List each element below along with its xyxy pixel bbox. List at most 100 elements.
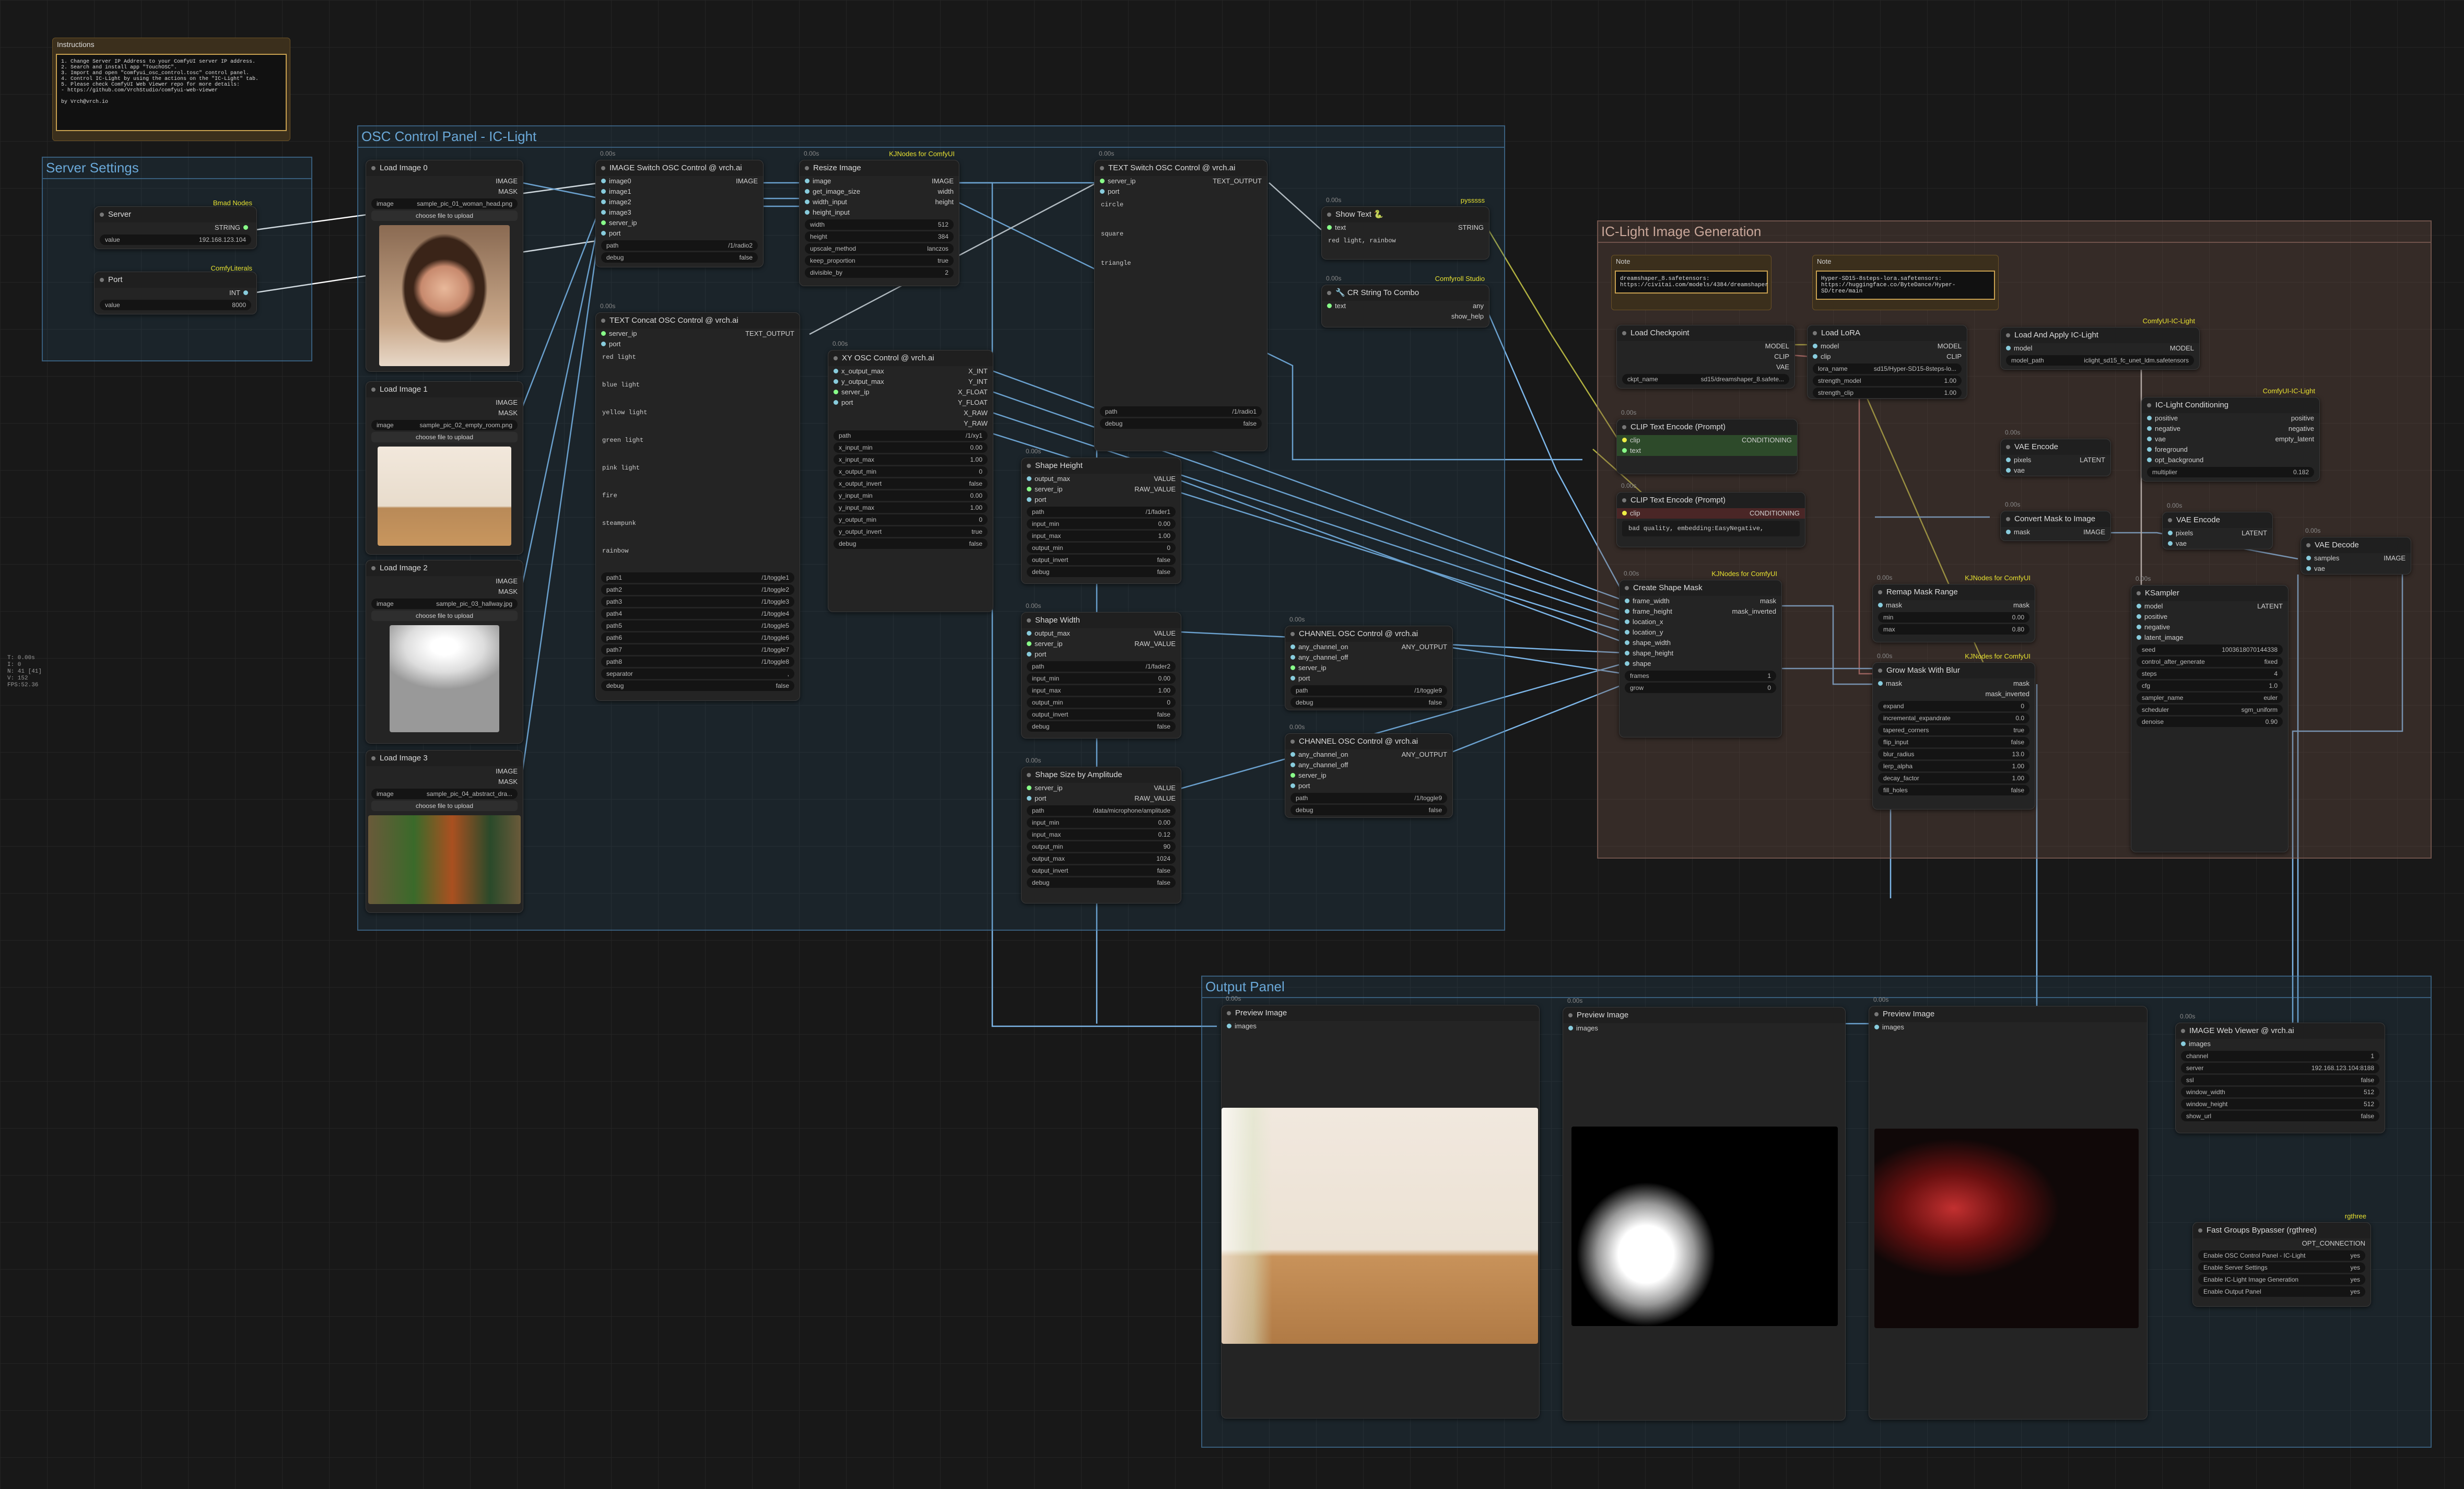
- path-widget[interactable]: path7/1/toggle7: [601, 644, 794, 655]
- path-widget[interactable]: path4/1/toggle4: [601, 608, 794, 619]
- viewer-widget[interactable]: show_url false: [2181, 1111, 2379, 1121]
- grow-widget[interactable]: expand 0: [1878, 701, 2029, 711]
- path-field[interactable]: path/1/radio1: [1100, 406, 1262, 417]
- text-item[interactable]: pink light: [596, 460, 800, 488]
- path-field[interactable]: path/1/toggle9: [1290, 685, 1447, 696]
- grow-widget[interactable]: flip_input false: [1878, 737, 2029, 747]
- grow-widget[interactable]: grow 0: [1625, 683, 1776, 693]
- xy-widget[interactable]: y_output_invert true: [834, 526, 988, 537]
- bypass-toggle[interactable]: Enable Output Panel yes: [2198, 1286, 2365, 1297]
- fader-widget[interactable]: input_max 1.00: [1027, 531, 1176, 541]
- bypass-toggle[interactable]: Enable OSC Control Panel - IC-Light yes: [2198, 1250, 2365, 1261]
- clip-text-encode-negative[interactable]: 0.00s CLIP Text Encode (Prompt) clip COND…: [1616, 482, 1805, 547]
- xy-widget[interactable]: path/1/xy1: [834, 430, 988, 441]
- text-switch-osc-node[interactable]: 0.00s TEXT Switch OSC Control @ vrch.ai …: [1094, 150, 1268, 451]
- xy-widget[interactable]: y_input_min 0.00: [834, 490, 988, 501]
- debug-toggle[interactable]: debug false: [1290, 697, 1447, 708]
- model-path-select[interactable]: model_path iclight_sd15_fc_unet_ldm.safet…: [2006, 355, 2194, 366]
- image-web-viewer-node[interactable]: 0.00s IMAGE Web Viewer @ vrch.ai images …: [2175, 1013, 2385, 1133]
- ckpt-select[interactable]: ckpt_name sd15/dreamshaper_8.safete...: [1622, 374, 1789, 384]
- lora-widget[interactable]: lora_name sd15/Hyper-SD15-8steps-lo...: [1813, 364, 1962, 374]
- note-dreamshaper[interactable]: Note dreamshaper_8.safetensors: https://…: [1611, 255, 1771, 310]
- amp-widget[interactable]: debug false: [1027, 877, 1176, 888]
- group-server-settings[interactable]: Server Settings: [42, 157, 312, 361]
- grow-widget[interactable]: fill_holes false: [1878, 785, 2029, 795]
- note-hyper-sd[interactable]: Note Hyper-SD15-8steps-lora.safetensors:…: [1812, 255, 1999, 310]
- fast-groups-bypasser-node[interactable]: rgthree Fast Groups Bypasser (rgthree) O…: [2192, 1212, 2371, 1307]
- fader-widget[interactable]: output_invert false: [1027, 555, 1176, 565]
- viewer-widget[interactable]: server 192.168.123.104:8188: [2181, 1063, 2379, 1073]
- path-widget[interactable]: path5/1/toggle5: [601, 620, 794, 631]
- keep-proportion-widget[interactable]: keep_proportion true: [805, 255, 954, 266]
- path-widget[interactable]: path1/1/toggle1: [601, 572, 794, 583]
- port-value-field[interactable]: value 8000: [100, 300, 251, 310]
- upscale-method-widget[interactable]: upscale_method lanczos: [805, 243, 954, 254]
- option-circle[interactable]: circle: [1095, 197, 1267, 226]
- scheduler-widget[interactable]: scheduler sgm_uniform: [2137, 705, 2283, 715]
- xy-widget[interactable]: y_output_min 0: [834, 514, 988, 525]
- grow-widget[interactable]: tapered_corners true: [1878, 725, 2029, 735]
- fader-widget[interactable]: output_invert false: [1027, 709, 1176, 720]
- channel-osc-node-1[interactable]: 0.00s CHANNEL OSC Control @ vrch.ai any_…: [1285, 616, 1453, 710]
- xy-widget[interactable]: x_input_min 0.00: [834, 442, 988, 453]
- create-shape-mask-node[interactable]: 0.00s KJNodes for ComfyUI Create Shape M…: [1619, 570, 1782, 737]
- note-text[interactable]: Hyper-SD15-8steps-lora.safetensors: http…: [1816, 271, 1995, 300]
- shape-height-node[interactable]: 0.00s Shape Height output_max VALUE serve…: [1021, 448, 1181, 584]
- shape-size-amplitude-node[interactable]: 0.00s Shape Size by Amplitude server_ip V…: [1021, 757, 1181, 904]
- bypass-toggle[interactable]: Enable IC-Light Image Generation yes: [2198, 1274, 2365, 1285]
- text-item[interactable]: fire: [596, 488, 800, 515]
- amp-widget[interactable]: input_max 0.12: [1027, 829, 1176, 840]
- text-item[interactable]: steampunk: [596, 515, 800, 543]
- cfg-widget[interactable]: cfg 1.0: [2137, 681, 2283, 691]
- shape-width-node[interactable]: 0.00s Shape Width output_max VALUE server…: [1021, 602, 1181, 738]
- fader-widget[interactable]: path/1/fader1: [1027, 507, 1176, 517]
- image-switch-osc-node[interactable]: 0.00s IMAGE Switch OSC Control @ vrch.ai…: [595, 150, 764, 267]
- amp-widget[interactable]: path/data/microphone/amplitude: [1027, 805, 1176, 816]
- text-item[interactable]: yellow light: [596, 405, 800, 432]
- image-select[interactable]: image sample_pic_04_abstract_dra...: [371, 789, 518, 799]
- path-field[interactable]: path/1/toggle9: [1290, 793, 1447, 803]
- fader-widget[interactable]: input_max 1.00: [1027, 685, 1176, 696]
- text-item[interactable]: green light: [596, 432, 800, 460]
- server-value-field[interactable]: value 192.168.123.104: [100, 235, 251, 245]
- xy-osc-node[interactable]: 0.00s XY OSC Control @ vrch.ai x_output_…: [828, 340, 993, 612]
- resize-image-node[interactable]: 0.00s KJNodes for ComfyUI Resize Image i…: [799, 150, 959, 286]
- viewer-widget[interactable]: window_height 512: [2181, 1099, 2379, 1109]
- upload-button[interactable]: choose file to upload: [371, 432, 518, 442]
- seed-widget[interactable]: seed 1003618070144338: [2137, 644, 2283, 655]
- note-text[interactable]: dreamshaper_8.safetensors: https://civit…: [1615, 271, 1768, 294]
- load-image-2[interactable]: Load Image 2 IMAGE MASK image sample_pic_…: [366, 560, 523, 744]
- load-image-1[interactable]: Load Image 1 IMAGE MASK image sample_pic_…: [366, 381, 523, 555]
- image-select[interactable]: image sample_pic_01_woman_head.png: [371, 198, 518, 209]
- preview-image-node-2[interactable]: 0.00s Preview Image images: [1563, 997, 1846, 1421]
- option-square[interactable]: square: [1095, 226, 1267, 255]
- load-checkpoint-node[interactable]: Load Checkpoint MODEL CLIP VAE ckpt_name…: [1616, 325, 1795, 389]
- port-node[interactable]: Port ComfyLiterals INT value 8000: [94, 264, 257, 314]
- image-select[interactable]: image sample_pic_03_hallway.jpg: [371, 599, 518, 609]
- instructions-text[interactable]: 1. Change Server IP Address to your Comf…: [56, 54, 287, 131]
- steps-widget[interactable]: steps 4: [2137, 669, 2283, 679]
- path-widget[interactable]: path2/1/toggle2: [601, 584, 794, 595]
- path-widget[interactable]: path8/1/toggle8: [601, 656, 794, 667]
- path-field[interactable]: path/1/radio2: [601, 240, 758, 251]
- upload-button[interactable]: choose file to upload: [371, 210, 518, 221]
- debug-toggle[interactable]: debug false: [601, 681, 794, 691]
- ksampler-node[interactable]: 0.00s KSampler model LATENT positive nega…: [2131, 575, 2289, 852]
- viewer-widget[interactable]: window_width 512: [2181, 1087, 2379, 1097]
- convert-mask-to-image-node[interactable]: 0.00s Convert Mask to Image mask IMAGE: [2000, 501, 2111, 541]
- image-select[interactable]: image sample_pic_02_empty_room.png: [371, 420, 518, 430]
- sampler-widget[interactable]: sampler_name euler: [2137, 693, 2283, 703]
- fader-widget[interactable]: input_min 0.00: [1027, 519, 1176, 529]
- width-widget[interactable]: width 512: [805, 219, 954, 230]
- instructions-note[interactable]: Instructions 1. Change Server IP Address…: [52, 38, 290, 141]
- negative-prompt-text[interactable]: bad quality, embedding:EasyNegative,: [1622, 521, 1800, 536]
- channel-osc-node-2[interactable]: 0.00s CHANNEL OSC Control @ vrch.ai any_…: [1285, 723, 1453, 818]
- load-lora-node[interactable]: Load LoRA model MODEL clip CLIP lora_name s…: [1807, 325, 1967, 399]
- multiplier-widget[interactable]: multiplier 0.182: [2147, 467, 2314, 477]
- preview-image-node-3[interactable]: 0.00s Preview Image images: [1869, 996, 2148, 1420]
- xy-widget[interactable]: x_output_invert false: [834, 478, 988, 489]
- viewer-widget[interactable]: channel 1: [2181, 1051, 2379, 1061]
- fader-widget[interactable]: debug false: [1027, 567, 1176, 577]
- grow-widget[interactable]: decay_factor 1.00: [1878, 773, 2029, 783]
- preview-image-node-1[interactable]: 0.00s Preview Image images: [1221, 995, 1540, 1418]
